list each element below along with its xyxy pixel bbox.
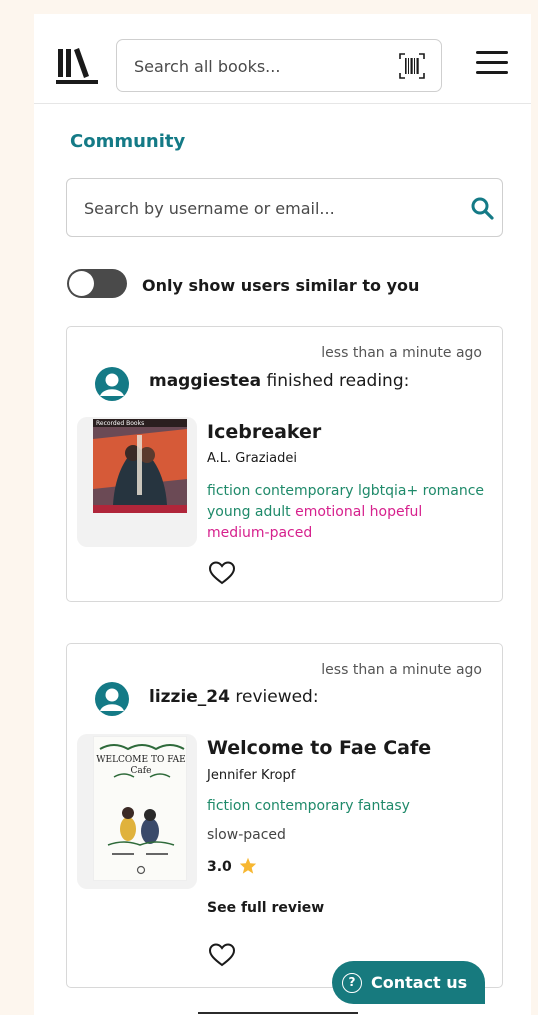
app-frame: Search all books... Community Search by … (34, 14, 531, 1015)
book-search-input[interactable]: Search all books... (116, 39, 442, 92)
avatar-icon[interactable] (95, 367, 129, 401)
book-cover[interactable]: WELCOME TO FAE Cafe (93, 736, 187, 881)
book-title[interactable]: Welcome to Fae Cafe (207, 737, 431, 759)
activity-card: less than a minute ago lizzie_24 reviewe… (66, 643, 503, 988)
contact-us-button[interactable]: ? Contact us (332, 961, 485, 1004)
activity-username[interactable]: maggiestea (149, 371, 261, 391)
book-author: A.L. Graziadei (207, 451, 297, 466)
help-circle-icon: ? (342, 973, 362, 993)
activity-time: less than a minute ago (321, 662, 482, 678)
page-title: Community (70, 131, 186, 152)
similar-users-toggle-label: Only show users similar to you (142, 276, 420, 295)
book-pace: slow-paced (207, 827, 286, 843)
search-icon[interactable] (470, 196, 494, 220)
activity-action: finished reading: (266, 371, 410, 391)
avatar-icon[interactable] (95, 682, 129, 716)
activity-username[interactable]: lizzie_24 (149, 687, 230, 707)
cover-publisher: Recorded Books (96, 420, 145, 427)
divider (198, 1012, 358, 1014)
cover-title: WELCOME TO FAE Cafe (96, 755, 186, 776)
book-author: Jennifer Kropf (207, 768, 296, 783)
icebreaker-cover-art (93, 419, 187, 513)
book-tags: fiction contemporary lgbtqia+ romance yo… (207, 481, 487, 544)
book-title[interactable]: Icebreaker (207, 421, 321, 443)
hamburger-menu-icon[interactable] (476, 51, 508, 75)
barcode-scan-icon[interactable] (399, 53, 425, 79)
rating-value: 3.0 (207, 859, 232, 875)
heart-icon[interactable] (209, 943, 235, 967)
activity-text: maggiestea finished reading: (149, 371, 409, 391)
book-search-placeholder: Search all books... (134, 57, 281, 76)
genre-tags: fiction contemporary fantasy (207, 798, 410, 814)
star-icon (239, 857, 256, 874)
contact-us-label: Contact us (371, 973, 468, 992)
library-books-icon[interactable] (56, 45, 98, 85)
toggle-knob (69, 271, 94, 296)
see-full-review-link[interactable]: See full review (207, 900, 324, 916)
activity-time: less than a minute ago (321, 345, 482, 361)
top-bar: Search all books... (34, 14, 531, 104)
activity-action: reviewed: (235, 687, 319, 707)
book-cover[interactable]: Recorded Books (93, 419, 187, 513)
user-search-placeholder: Search by username or email... (84, 199, 335, 218)
book-tags: fiction contemporary fantasy (207, 796, 487, 817)
heart-icon[interactable] (209, 561, 235, 585)
rating: 3.0 (207, 857, 257, 875)
activity-card: less than a minute ago maggiestea finish… (66, 326, 503, 602)
user-search-input[interactable]: Search by username or email... (66, 178, 503, 237)
similar-users-toggle[interactable] (67, 269, 127, 298)
activity-text: lizzie_24 reviewed: (149, 687, 319, 707)
